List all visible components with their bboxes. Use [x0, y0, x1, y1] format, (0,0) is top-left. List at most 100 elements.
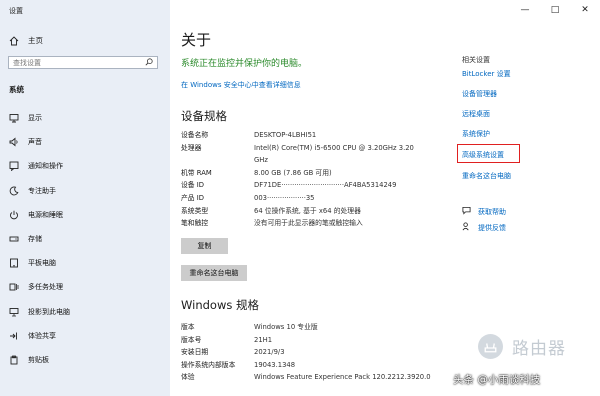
spec-key: 版本号	[181, 335, 202, 344]
spec-key: 笔和触控	[181, 219, 209, 228]
sidebar: 设置 主页 查找设置 系统 显示 声音 通知和操作 专注助手 电源和睡眠 存储 …	[0, 0, 170, 396]
spec-key: 版本	[181, 323, 195, 331]
related-settings-heading: 相关设置	[462, 56, 490, 64]
help-chat-icon	[462, 206, 471, 217]
sidebar-item-label: 通知和操作	[28, 162, 63, 171]
clipboard-icon	[9, 355, 19, 365]
spec-value: 003··················35	[254, 193, 315, 202]
sidebar-home-label: 主页	[28, 36, 43, 45]
windows-specs-heading: Windows 规格	[181, 298, 259, 312]
spec-row: 安装日期 2021/9/3	[181, 346, 454, 359]
search-input[interactable]: 查找设置	[8, 56, 158, 69]
spec-key: 体验	[181, 373, 195, 382]
sidebar-item-sound[interactable]: 声音	[0, 130, 170, 154]
get-help-label: 获取帮助	[478, 207, 506, 216]
bitlocker-settings-link[interactable]: BitLocker 设置	[462, 69, 511, 79]
remote-desktop-link[interactable]: 远程桌面	[462, 109, 490, 119]
page-title: 关于	[181, 31, 212, 49]
highlight-box	[457, 144, 520, 163]
sidebar-item-label: 投影到此电脑	[28, 307, 70, 316]
watermark-text: 路由器	[512, 339, 566, 359]
storage-icon	[9, 234, 19, 244]
spec-row: 机带 RAM 8.00 GB (7.86 GB 可用)	[181, 167, 424, 180]
system-protection-link[interactable]: 系统保护	[462, 129, 490, 139]
spec-row: 版本号 21H1	[181, 334, 454, 347]
get-help-link[interactable]: 获取帮助	[462, 206, 506, 217]
sidebar-item-label: 专注助手	[28, 186, 56, 195]
sidebar-item-multitasking[interactable]: 多任务处理	[0, 275, 170, 299]
sidebar-item-label: 电源和睡眠	[28, 210, 63, 219]
sidebar-home[interactable]: 主页	[9, 35, 43, 46]
spec-value: 19043.1348	[254, 360, 296, 369]
spec-key: 系统类型	[181, 206, 209, 215]
spec-value: Windows Feature Experience Pack 120.2212…	[254, 373, 431, 382]
copy-button[interactable]: 复制	[181, 238, 228, 254]
sidebar-item-storage[interactable]: 存储	[0, 227, 170, 251]
rename-pc-link[interactable]: 重命名这台电脑	[462, 171, 511, 181]
spec-row: 设备名称 DESKTOP-4LBHI51	[181, 129, 424, 142]
search-placeholder: 查找设置	[13, 58, 41, 67]
spec-value: Windows 10 专业版	[254, 323, 318, 331]
feedback-link[interactable]: 提供反馈	[462, 222, 506, 233]
device-specs-table: 设备名称 DESKTOP-4LBHI51 处理器 Intel(R) Core(T…	[181, 129, 424, 230]
security-center-link[interactable]: 在 Windows 安全中心中查看详细信息	[181, 80, 301, 90]
spec-row: 操作系统内部版本 19043.1348	[181, 359, 454, 372]
spec-value: DESKTOP-4LBHI51	[254, 131, 317, 139]
spec-row: 系统类型 64 位操作系统, 基于 x64 的处理器	[181, 205, 424, 218]
sidebar-item-shared-experiences[interactable]: 体验共享	[0, 324, 170, 348]
sidebar-item-tablet[interactable]: 平板电脑	[0, 251, 170, 275]
spec-key: 安装日期	[181, 348, 209, 357]
spec-key: 操作系统内部版本	[181, 360, 236, 369]
projection-icon	[9, 307, 19, 317]
sidebar-item-label: 多任务处理	[28, 283, 63, 292]
sidebar-item-label: 体验共享	[28, 331, 56, 340]
spec-value: 没有可用于此显示器的笔或触控输入	[254, 219, 363, 228]
sidebar-item-notifications[interactable]: 通知和操作	[0, 154, 170, 178]
window-title: 设置	[9, 7, 23, 15]
author-credit: 头条 @小雨谈科技	[453, 374, 541, 386]
spec-value: 8.00 GB (7.86 GB 可用)	[254, 168, 332, 177]
tablet-icon	[9, 258, 19, 268]
spec-row: 处理器 Intel(R) Core(TM) i5-6500 CPU @ 3.20…	[181, 142, 424, 167]
sidebar-item-label: 声音	[28, 138, 42, 147]
spec-key: 产品 ID	[181, 193, 204, 202]
sidebar-item-power-sleep[interactable]: 电源和睡眠	[0, 203, 170, 227]
moon-icon	[9, 186, 19, 196]
power-icon	[9, 210, 19, 220]
search-icon	[145, 57, 153, 68]
spec-value: DF71DE·····························AF4BA…	[254, 181, 397, 190]
feedback-label: 提供反馈	[478, 223, 506, 232]
sidebar-item-clipboard[interactable]: 剪贴板	[0, 348, 170, 372]
spec-key: 设备名称	[181, 131, 209, 139]
windows-specs-table: 版本 Windows 10 专业版 版本号 21H1 安装日期 2021/9/3…	[181, 321, 454, 384]
spec-row: 笔和触控 没有可用于此显示器的笔或触控输入	[181, 217, 424, 230]
sidebar-item-projection[interactable]: 投影到此电脑	[0, 300, 170, 324]
spec-key: 设备 ID	[181, 181, 204, 190]
minimize-button[interactable]: —	[510, 0, 540, 20]
maximize-button[interactable]: □	[540, 0, 570, 20]
display-icon	[9, 113, 19, 123]
device-manager-link[interactable]: 设备管理器	[462, 89, 497, 99]
notification-icon	[9, 161, 19, 172]
sidebar-nav: 显示 声音 通知和操作 专注助手 电源和睡眠 存储 平板电脑 多任务处理 投影到…	[0, 106, 170, 372]
spec-row: 产品 ID 003··················35	[181, 192, 424, 205]
sidebar-item-display[interactable]: 显示	[0, 106, 170, 130]
spec-value: 64 位操作系统, 基于 x64 的处理器	[254, 206, 361, 215]
spec-row: 设备 ID DF71DE····························…	[181, 179, 424, 192]
rename-pc-button[interactable]: 重命名这台电脑	[181, 265, 247, 281]
spec-key: 机带 RAM	[181, 168, 212, 177]
spec-value: Intel(R) Core(TM) i5-6500 CPU @ 3.20GHz …	[254, 143, 414, 165]
share-icon	[9, 331, 19, 341]
protection-status: 系统正在监控并保护你的电脑。	[181, 59, 308, 69]
sidebar-item-label: 剪贴板	[28, 355, 49, 364]
router-watermark-icon	[478, 334, 503, 359]
sidebar-item-label: 显示	[28, 114, 42, 123]
spec-row: 体验 Windows Feature Experience Pack 120.2…	[181, 371, 454, 384]
sidebar-item-label: 存储	[28, 235, 42, 244]
sidebar-item-focus-assist[interactable]: 专注助手	[0, 179, 170, 203]
close-button[interactable]: ✕	[570, 0, 600, 20]
spec-key: 处理器	[181, 143, 202, 152]
spec-row: 版本 Windows 10 专业版	[181, 321, 454, 334]
spec-value: 21H1	[254, 335, 273, 344]
home-icon	[9, 35, 19, 46]
